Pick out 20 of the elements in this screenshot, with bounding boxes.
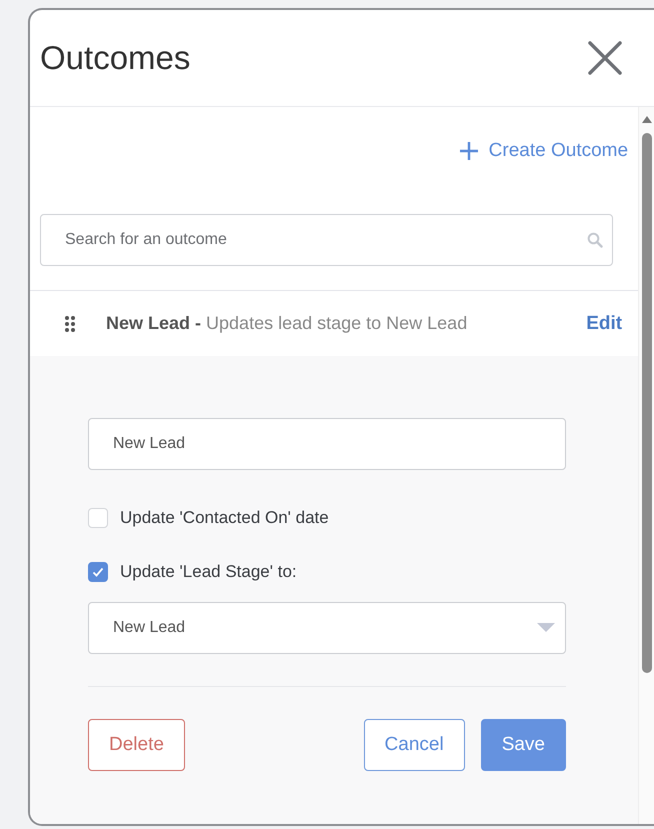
panel-title: Outcomes	[40, 39, 190, 77]
close-icon[interactable]	[588, 41, 622, 75]
lead-stage-select[interactable]: New Lead	[88, 602, 566, 654]
check-icon	[91, 565, 105, 579]
save-button[interactable]: Save	[480, 719, 566, 771]
search-icon	[587, 232, 603, 248]
search-field[interactable]: Search for an outcome	[40, 214, 613, 266]
cancel-button[interactable]: Cancel	[364, 719, 465, 771]
delete-button[interactable]: Delete	[88, 719, 185, 771]
checkbox-label: Update 'Lead Stage' to:	[120, 562, 297, 582]
checkbox-label: Update 'Contacted On' date	[120, 508, 329, 528]
outcome-name-field[interactable]: New Lead	[88, 418, 566, 470]
plus-icon	[458, 141, 479, 161]
edit-link[interactable]: Edit	[586, 312, 622, 334]
drag-handle-icon[interactable]	[64, 314, 76, 332]
checkbox[interactable]	[88, 562, 108, 582]
create-outcome-link[interactable]: Create Outcome	[458, 137, 628, 165]
caret-icon	[537, 623, 555, 633]
outcome-summary: New Lead - Updates lead stage to New Lead	[106, 313, 468, 334]
scroll-up-icon[interactable]	[642, 115, 652, 123]
